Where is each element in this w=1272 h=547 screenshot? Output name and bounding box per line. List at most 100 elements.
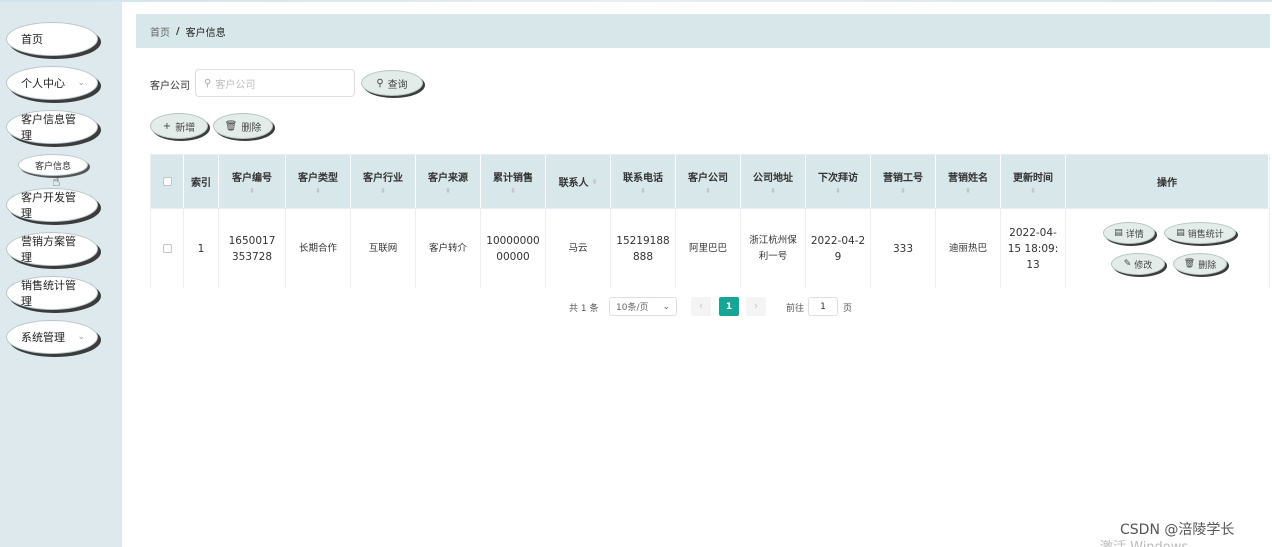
add-button[interactable]: + 新增 [150,113,208,139]
pagination: 共 1 条 10条/页 ⌄ ‹ 1 › 前往 1 页 [0,297,1272,317]
breadcrumb-current: 客户信息 [185,27,226,39]
sidebar-item-customer-info-management[interactable]: 客户信息管理 [6,110,98,144]
row-delete-button[interactable]: 🗑 删除 [1173,253,1227,275]
header-cell[interactable]: 客户编号 ⬍ [219,155,286,208]
cell-industry: 互联网 [368,242,398,254]
bulk-delete-button-label: 删除 [241,122,262,134]
table-cell: 2022-04-29 [806,209,871,288]
row-checkbox[interactable] [162,244,172,253]
goto-page-input[interactable]: 1 [808,297,838,316]
header-cell[interactable]: 客户公司 ⬍ [676,155,741,208]
header-cell[interactable]: 客户行业 ⬍ [351,155,416,208]
header-cell: 操作 [1066,155,1269,208]
sales-stats-button-label: 销售统计 [1187,229,1224,240]
header-cell: 索引 [184,155,219,208]
chevron-down-icon: ⌄ [662,301,670,312]
table-cell: 1650017353728 [219,209,286,288]
header-label: 营销姓名 [948,172,988,184]
search-icon: ⚲ [376,77,384,89]
search-button[interactable]: ⚲ 查询 [361,70,423,96]
sort-icon[interactable]: ⬍ [640,187,646,195]
table-cell: 1 [184,209,219,288]
header-label: 操作 [1157,178,1177,189]
header-cell[interactable]: 联系电话 ⬍ [611,155,676,208]
table-cell: 333 [871,209,936,288]
detail-button-label: 详情 [1125,229,1144,240]
trash-icon: 🗑 [224,120,238,132]
breadcrumb: 首页 / 客户信息 [136,14,1270,48]
detail-button[interactable]: ▤ 详情 [1103,222,1155,244]
edit-button[interactable]: ✎ 修改 [1111,253,1165,275]
sort-icon[interactable]: ⬍ [592,178,598,186]
sort-icon[interactable]: ⬍ [445,187,451,195]
pagination-total: 共 1 条 [569,304,599,314]
cell-company: 阿里巴巴 [688,242,727,254]
sidebar: 首页 个人中心 ⌄ 客户信息管理 客户信息 ☝ 客户开发管理 营销方案管理 销售… [0,2,122,547]
cell-index: 1 [197,242,205,255]
header-label: 联系电话 [623,172,663,184]
table-cell: 长期合作 [286,209,351,288]
chevron-down-icon: ⌄ [77,78,85,88]
sort-icon[interactable]: ⬍ [380,187,386,195]
header-label: 客户行业 [363,172,403,184]
sort-icon[interactable]: ⬍ [315,187,321,195]
table-cell: 浙江杭州保利一号 [741,209,806,288]
cell-customer-no: 1650017353728 [228,234,276,263]
header-label: 客户类型 [298,172,338,184]
header-label: 累计销售 [493,172,533,184]
table-header: 索引 客户编号 ⬍ 客户类型 ⬍ 客户行业 ⬍ 客户来源 ⬍ 累计销售 ⬍ 联系人 ⬍ 联系… [151,155,1269,208]
next-page-button[interactable]: › [746,297,766,316]
row-delete-button-label: 删除 [1198,260,1217,271]
page-size-value: 10条/页 [616,303,649,313]
breadcrumb-home[interactable]: 首页 [150,24,170,39]
sidebar-item-system-management[interactable]: 系统管理 ⌄ [6,320,98,354]
header-select-all[interactable] [151,155,184,208]
cell-customer-type: 长期合作 [298,242,337,254]
sidebar-subitem-label: 客户信息 [34,161,71,172]
goto-unit: 页 [843,304,853,314]
sort-icon[interactable]: ⬍ [835,187,841,195]
row-select[interactable] [151,209,184,288]
sidebar-item-home[interactable]: 首页 [6,22,98,56]
sidebar-item-marketing-plan[interactable]: 营销方案管理 [6,232,98,266]
sort-icon[interactable]: ⬍ [900,187,906,195]
sort-icon[interactable]: ⬍ [1030,187,1036,195]
header-cell[interactable]: 下次拜访 ⬍ [806,155,871,208]
trash-icon: 🗑 [1183,259,1196,269]
header-cell[interactable]: 公司地址 ⬍ [741,155,806,208]
sort-icon[interactable]: ⬍ [770,187,776,195]
sort-icon[interactable]: ⬍ [705,187,711,195]
header-label: 下次拜访 [818,172,858,184]
header-cell[interactable]: 营销工号 ⬍ [871,155,936,208]
table-cell: 客户转介 [416,209,481,288]
header-cell[interactable]: 累计销售 ⬍ [481,155,546,208]
sort-icon[interactable]: ⬍ [249,187,255,195]
sidebar-item-label: 个人中心 [21,77,65,90]
bulk-delete-button[interactable]: 🗑 删除 [213,113,273,139]
customer-table: 索引 客户编号 ⬍ 客户类型 ⬍ 客户行业 ⬍ 客户来源 ⬍ 累计销售 ⬍ 联系人 ⬍ 联系… [150,154,1270,288]
sort-icon[interactable]: ⬍ [510,187,516,195]
table-cell: 互联网 [351,209,416,288]
sidebar-item-customer-development[interactable]: 客户开发管理 [6,188,98,222]
header-cell[interactable]: 客户来源 ⬍ [416,155,481,208]
sidebar-subitem-customer-info[interactable]: 客户信息 [18,154,88,176]
search-button-label: 查询 [387,79,408,91]
sort-icon[interactable]: ⬍ [965,187,971,195]
table-cell: 阿里巴巴 [676,209,741,288]
cell-contact: 马云 [568,242,588,254]
sales-stats-button[interactable]: ▤ 销售统计 [1164,222,1236,244]
select-all-checkbox[interactable] [162,177,172,186]
header-cell[interactable]: 营销姓名 ⬍ [936,155,1001,208]
sidebar-item-personal-center[interactable]: 个人中心 ⌄ [6,66,98,100]
sidebar-item-label: 首页 [21,33,43,46]
page-number-current[interactable]: 1 [719,297,739,316]
header-cell[interactable]: 客户类型 ⬍ [286,155,351,208]
goto-label: 前往 [786,304,805,314]
header-cell[interactable]: 联系人 ⬍ [546,155,611,208]
prev-page-button[interactable]: ‹ [691,297,711,316]
cell-next-visit: 2022-04-29 [810,234,866,263]
header-label: 联系人 [558,178,589,189]
header-cell[interactable]: 更新时间 ⬍ [1001,155,1066,208]
search-input[interactable]: ⚲ 客户公司 [195,69,355,97]
page-size-select[interactable]: 10条/页 ⌄ [609,297,677,316]
